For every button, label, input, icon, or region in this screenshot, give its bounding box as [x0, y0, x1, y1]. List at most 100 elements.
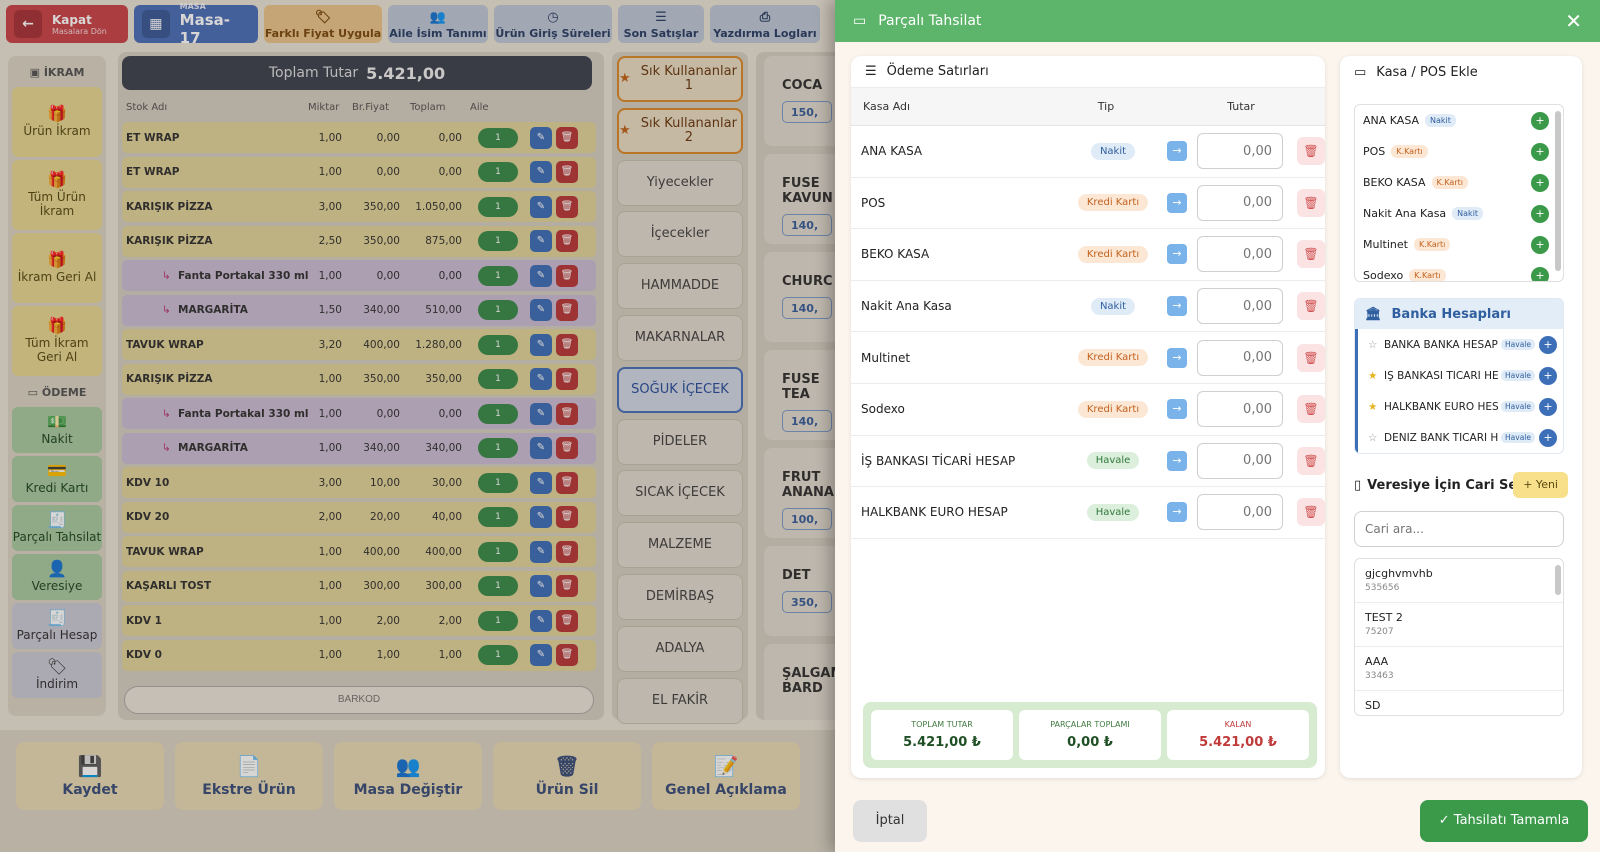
- cancel-button[interactable]: İptal: [853, 800, 927, 842]
- add-icon[interactable]: +: [1531, 266, 1549, 281]
- payment-amount-input[interactable]: [1197, 236, 1283, 273]
- kasa-pos-item[interactable]: Nakit Ana Kasa Nakit +: [1355, 198, 1563, 229]
- fill-remaining-arrow-icon[interactable]: →: [1167, 502, 1187, 523]
- scrollbar[interactable]: [1555, 565, 1561, 595]
- payment-source-name: BEKO KASA: [861, 247, 930, 262]
- payment-amount-input[interactable]: [1197, 133, 1283, 170]
- payment-lines-panel: ☰ Ödeme Satırları Kasa Adı Tip Tutar ANA …: [851, 56, 1325, 778]
- customer-item[interactable]: TEST 2 75207: [1355, 603, 1563, 647]
- customer-search-input[interactable]: [1354, 511, 1564, 547]
- add-icon[interactable]: +: [1539, 428, 1557, 447]
- delete-line-icon[interactable]: 🗑: [1297, 498, 1325, 527]
- customer-name: TEST 2: [1365, 611, 1403, 624]
- payment-source-name: İŞ BANKASI TİCARİ HESAP: [861, 453, 1016, 468]
- bank-type-badge: Havale: [1501, 370, 1535, 381]
- bank-type-badge: Havale: [1501, 432, 1535, 443]
- kasa-name: Sodexo: [1363, 269, 1404, 282]
- add-icon[interactable]: +: [1531, 235, 1549, 254]
- bank-account-item[interactable]: ★ HALKBANK EURO HESAP Havale +: [1355, 391, 1563, 422]
- delete-line-icon[interactable]: 🗑: [1297, 292, 1325, 321]
- fill-remaining-arrow-icon[interactable]: →: [1167, 399, 1187, 420]
- kasa-name: Nakit Ana Kasa: [1363, 207, 1447, 220]
- customer-item[interactable]: SD: [1355, 691, 1563, 715]
- add-icon[interactable]: +: [1539, 397, 1557, 416]
- customer-id: 75207: [1365, 627, 1394, 637]
- complete-payment-button[interactable]: ✓ Tahsilatı Tamamla: [1420, 800, 1588, 842]
- summary-parts: PARÇALAR TOPLAMI 0,00 ₺: [1019, 710, 1161, 760]
- delete-line-icon[interactable]: 🗑: [1297, 137, 1325, 166]
- delete-line-icon[interactable]: 🗑: [1297, 343, 1325, 372]
- customer-list: gjcghvmvhb 535656 TEST 2 75207 AAA 33463 SD: [1354, 558, 1564, 716]
- payment-amount-input[interactable]: [1197, 184, 1283, 221]
- star-icon[interactable]: ☆: [1368, 432, 1384, 444]
- add-icon[interactable]: +: [1539, 335, 1557, 354]
- kasa-name: POS: [1363, 145, 1386, 158]
- payment-type-badge: Havale: [1086, 452, 1140, 470]
- summary-total: TOPLAM TUTAR 5.421,00 ₺: [871, 710, 1013, 760]
- bank-name: DENİZ BANK TİCARİ HESAP: [1384, 431, 1498, 444]
- payment-lines-table-header: Kasa Adı Tip Tutar: [851, 88, 1325, 126]
- customer-item[interactable]: gjcghvmvhb 535656: [1355, 559, 1563, 603]
- bank-name: İŞ BANKASI TİCARİ HESAP: [1384, 369, 1498, 382]
- fill-remaining-arrow-icon[interactable]: →: [1167, 450, 1187, 471]
- star-icon[interactable]: ☆: [1368, 339, 1384, 351]
- kasa-pos-item[interactable]: BEKO KASA K.Kartı +: [1355, 167, 1563, 198]
- bank-icon: 🏛: [1365, 306, 1382, 322]
- customer-item[interactable]: AAA 33463: [1355, 647, 1563, 691]
- customer-name: SD: [1365, 699, 1381, 712]
- kasa-name: ANA KASA: [1363, 114, 1420, 127]
- bank-account-item[interactable]: ★ İŞ BANKASI TİCARİ HESAP Havale +: [1355, 360, 1563, 391]
- new-customer-button[interactable]: + Yeni: [1513, 472, 1568, 498]
- payment-type-badge: Nakit: [1090, 297, 1136, 315]
- payment-amount-input[interactable]: [1197, 391, 1283, 428]
- add-icon[interactable]: +: [1531, 111, 1549, 130]
- payment-amount-input[interactable]: [1197, 494, 1283, 531]
- payment-type-badge: Nakit: [1090, 142, 1136, 160]
- bank-account-item[interactable]: ☆ BANKA BANKA HESAP Havale +: [1355, 329, 1563, 360]
- payment-source-name: ANA KASA: [861, 144, 923, 159]
- modal-title: Parçalı Tahsilat: [878, 13, 982, 29]
- add-icon[interactable]: +: [1539, 366, 1557, 385]
- list-icon: ☰: [865, 64, 877, 79]
- kasa-pos-item[interactable]: Sodexo K.Kartı +: [1355, 260, 1563, 282]
- add-source-panel: ▭ Kasa / POS Ekle ANA KASA Nakit + POS K.K…: [1340, 56, 1582, 778]
- delete-line-icon[interactable]: 🗑: [1297, 446, 1325, 475]
- modal-header: ▭ Parçalı Tahsilat ✕: [835, 0, 1600, 42]
- payment-source-name: Nakit Ana Kasa: [861, 299, 952, 314]
- payment-line: POS Kredi Kartı → 🗑: [851, 178, 1325, 230]
- kasa-pos-item[interactable]: POS K.Kartı +: [1355, 136, 1563, 167]
- customer-name: gjcghvmvhb: [1365, 567, 1433, 580]
- payment-amount-input[interactable]: [1197, 288, 1283, 325]
- add-icon[interactable]: +: [1531, 142, 1549, 161]
- bank-type-badge: Havale: [1501, 339, 1535, 350]
- bank-name: HALKBANK EURO HESAP: [1384, 400, 1498, 413]
- kasa-type-badge: K.Kartı: [1391, 145, 1428, 158]
- summary-remaining: KALAN 5.421,00 ₺: [1167, 710, 1309, 760]
- delete-line-icon[interactable]: 🗑: [1297, 240, 1325, 269]
- modal-overlay[interactable]: [0, 0, 835, 852]
- payment-source-name: HALKBANK EURO HESAP: [861, 505, 1008, 520]
- split-payment-modal: ▭ Parçalı Tahsilat ✕ ☰ Ödeme Satırları Ka…: [835, 0, 1600, 852]
- delete-line-icon[interactable]: 🗑: [1297, 188, 1325, 217]
- bank-accounts-list: 🏛 Banka Hesapları ☆ BANKA BANKA HESAP Hav…: [1354, 298, 1564, 454]
- kasa-pos-item[interactable]: Multinet K.Kartı +: [1355, 229, 1563, 260]
- payment-amount-input[interactable]: [1197, 339, 1283, 376]
- kasa-pos-item[interactable]: ANA KASA Nakit +: [1355, 105, 1563, 136]
- payment-line: Sodexo Kredi Kartı → 🗑: [851, 384, 1325, 436]
- payment-type: Havale: [1077, 503, 1149, 521]
- payment-type-badge: Kredi Kartı: [1077, 245, 1149, 263]
- fill-remaining-arrow-icon[interactable]: →: [1167, 192, 1187, 213]
- payment-amount-input[interactable]: [1197, 442, 1283, 479]
- fill-remaining-arrow-icon[interactable]: →: [1167, 347, 1187, 368]
- add-icon[interactable]: +: [1531, 173, 1549, 192]
- star-icon[interactable]: ★: [1368, 370, 1384, 382]
- star-icon[interactable]: ★: [1368, 401, 1384, 413]
- fill-remaining-arrow-icon[interactable]: →: [1167, 244, 1187, 265]
- delete-line-icon[interactable]: 🗑: [1297, 395, 1325, 424]
- fill-remaining-arrow-icon[interactable]: →: [1167, 296, 1187, 317]
- payment-type: Kredi Kartı: [1077, 245, 1149, 263]
- add-icon[interactable]: +: [1531, 204, 1549, 223]
- fill-remaining-arrow-icon[interactable]: →: [1167, 141, 1187, 162]
- bank-account-item[interactable]: ☆ DENİZ BANK TİCARİ HESAP Havale +: [1355, 422, 1563, 453]
- close-icon[interactable]: ✕: [1565, 9, 1582, 33]
